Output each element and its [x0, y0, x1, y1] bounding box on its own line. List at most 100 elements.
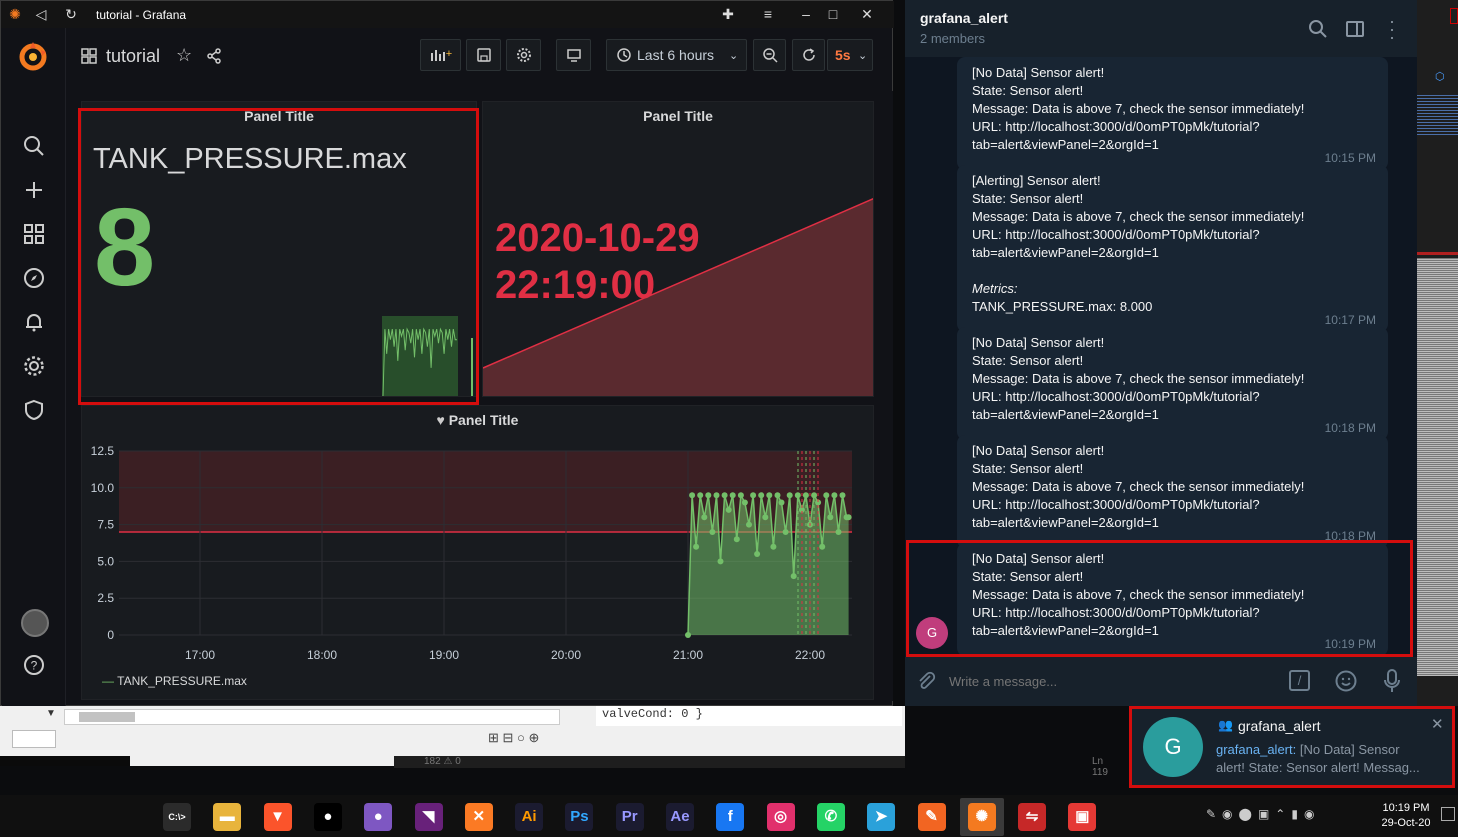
data-point[interactable] — [827, 514, 834, 521]
tv-mode-button[interactable] — [556, 39, 591, 71]
time-range-picker[interactable]: Last 6 hours ⌄ — [606, 39, 747, 71]
data-point[interactable] — [835, 529, 842, 535]
reload-icon[interactable]: ↻ — [63, 6, 79, 22]
menu-icon[interactable]: ≡ — [760, 6, 776, 22]
data-point[interactable] — [697, 492, 704, 499]
taskbar-whatsapp[interactable]: ✆ — [809, 798, 853, 836]
zoom-out-button[interactable] — [753, 39, 786, 71]
data-point[interactable] — [774, 492, 781, 499]
emoji-icon[interactable] — [1334, 669, 1358, 693]
data-point[interactable] — [725, 506, 732, 513]
bell-icon[interactable] — [22, 310, 46, 334]
data-point[interactable] — [782, 529, 789, 535]
data-point[interactable] — [831, 492, 838, 499]
message-input[interactable] — [949, 669, 1269, 693]
dashboard-scrollbar[interactable] — [881, 91, 893, 701]
taskbar-cube-app[interactable]: ▣ — [1060, 798, 1104, 836]
data-point[interactable] — [790, 573, 797, 580]
refresh-button[interactable] — [792, 39, 825, 71]
taskbar-github[interactable]: ● — [306, 798, 350, 836]
graph-panel[interactable]: ♥ Panel Title 0 2.5 5.0 7.5 10.0 12.5 17:00 18:… — [81, 405, 874, 700]
taskbar-github-desktop[interactable]: ● — [356, 798, 400, 836]
maximize-icon[interactable]: □ — [825, 6, 841, 22]
data-point[interactable] — [721, 492, 728, 499]
chat-message[interactable]: [No Data] Sensor alert! State: Sensor ale… — [957, 327, 1388, 440]
microphone-icon[interactable] — [1382, 668, 1402, 694]
grafana-home-icon[interactable] — [16, 40, 50, 74]
gear-icon[interactable] — [22, 354, 46, 378]
close-icon[interactable]: ✕ — [859, 6, 875, 22]
datetime-panel-title[interactable]: Panel Title — [483, 108, 873, 124]
data-point[interactable] — [746, 521, 752, 528]
editor-code-line[interactable]: valveCond: 0 } — [596, 706, 902, 726]
graph-legend-item[interactable]: — TANK_PRESSURE.max — [102, 674, 247, 688]
data-point[interactable] — [819, 543, 826, 550]
chat-message[interactable]: [No Data] Sensor alert! State: Sensor ale… — [957, 57, 1388, 170]
star-icon[interactable]: ☆ — [176, 45, 192, 66]
minimize-icon[interactable]: – — [798, 6, 814, 22]
dashboards-icon[interactable] — [22, 222, 46, 246]
more-options-icon[interactable]: · · · — [1389, 12, 1395, 46]
graph-panel-title[interactable]: ♥ Panel Title — [82, 412, 873, 428]
data-point[interactable] — [713, 492, 720, 499]
data-point[interactable] — [701, 514, 708, 521]
data-point[interactable] — [770, 543, 777, 550]
zoom-controls[interactable]: ⊞ ⊟ ○ ⊕ — [488, 730, 570, 748]
data-point[interactable] — [778, 499, 785, 506]
taskbar-terminal[interactable]: C:\> — [155, 798, 199, 836]
refresh-interval-picker[interactable]: 5s ⌄ — [827, 39, 873, 71]
data-point[interactable] — [709, 529, 716, 535]
data-point[interactable] — [766, 492, 773, 499]
data-point[interactable] — [693, 543, 700, 550]
data-point[interactable] — [762, 514, 769, 521]
data-point[interactable] — [754, 551, 761, 557]
help-icon[interactable]: ? — [22, 653, 46, 677]
stat-panel-title[interactable]: Panel Title — [82, 108, 476, 124]
notification-close-icon[interactable]: ✕ — [1431, 715, 1444, 733]
taskbar-illustrator[interactable]: Ai — [507, 798, 551, 836]
user-avatar[interactable] — [21, 609, 49, 637]
save-dashboard-button[interactable] — [466, 39, 501, 71]
chat-message[interactable]: [No Data] Sensor alert! State: Sensor ale… — [957, 543, 1388, 656]
search-icon[interactable] — [22, 134, 46, 158]
taskbar-after-effects[interactable]: Ae — [658, 798, 702, 836]
datetime-panel[interactable]: Panel Title 2020-10-29 22:19:00 — [482, 101, 874, 397]
chat-name[interactable]: grafana_alert — [920, 10, 1008, 26]
taskbar-xampp[interactable]: ✕ — [457, 798, 501, 836]
search-icon[interactable] — [1308, 19, 1328, 39]
share-icon[interactable] — [206, 48, 222, 64]
data-point[interactable] — [717, 558, 724, 565]
sender-avatar[interactable]: G — [916, 617, 948, 649]
extension-icon[interactable]: ✚ — [720, 6, 736, 22]
data-point[interactable] — [733, 536, 740, 543]
data-point[interactable] — [705, 492, 712, 499]
notification-center-icon[interactable] — [1441, 807, 1455, 821]
stat-panel[interactable]: Panel Title TANK_PRESSURE.max 8 — [81, 101, 477, 397]
plus-icon[interactable] — [22, 178, 46, 202]
telegram-notification[interactable]: G 👥 grafana_alert grafana_alert: [No Dat… — [1129, 706, 1455, 788]
scrollbar-thumb[interactable] — [79, 712, 135, 722]
taskbar-clock[interactable]: 10:19 PM 29-Oct-20 — [1376, 801, 1436, 831]
taskbar-visual-studio[interactable]: ◥ — [407, 798, 451, 836]
explore-compass-icon[interactable] — [22, 266, 46, 290]
data-point[interactable] — [845, 514, 852, 521]
dashboard-title[interactable]: tutorial — [106, 46, 160, 67]
taskbar-brush-app[interactable]: ✎ — [910, 798, 954, 836]
graph-chart[interactable]: 0 2.5 5.0 7.5 10.0 12.5 17:00 18:00 19:00 20:00 21… — [82, 436, 875, 676]
taskbar-telegram[interactable]: ➤ — [859, 798, 903, 836]
taskbar-premiere[interactable]: Pr — [608, 798, 652, 836]
data-point[interactable] — [685, 632, 691, 638]
add-panel-button[interactable]: + — [420, 39, 461, 71]
data-point[interactable] — [689, 492, 696, 499]
editor-dropdown[interactable]: ▼ — [0, 706, 60, 726]
chat-message[interactable]: [No Data] Sensor alert! State: Sensor ale… — [957, 435, 1388, 548]
data-point[interactable] — [758, 492, 765, 499]
taskbar-brave[interactable]: ▼ — [256, 798, 300, 836]
data-point[interactable] — [839, 492, 846, 499]
sidebar-toggle-icon[interactable] — [1345, 19, 1365, 39]
shield-icon[interactable] — [22, 398, 46, 422]
data-point[interactable] — [750, 492, 757, 499]
chat-message[interactable]: [Alerting] Sensor alert! State: Sensor al… — [957, 165, 1388, 332]
attach-icon[interactable] — [915, 670, 937, 692]
taskbar-file-explorer[interactable]: ▬ — [205, 798, 249, 836]
